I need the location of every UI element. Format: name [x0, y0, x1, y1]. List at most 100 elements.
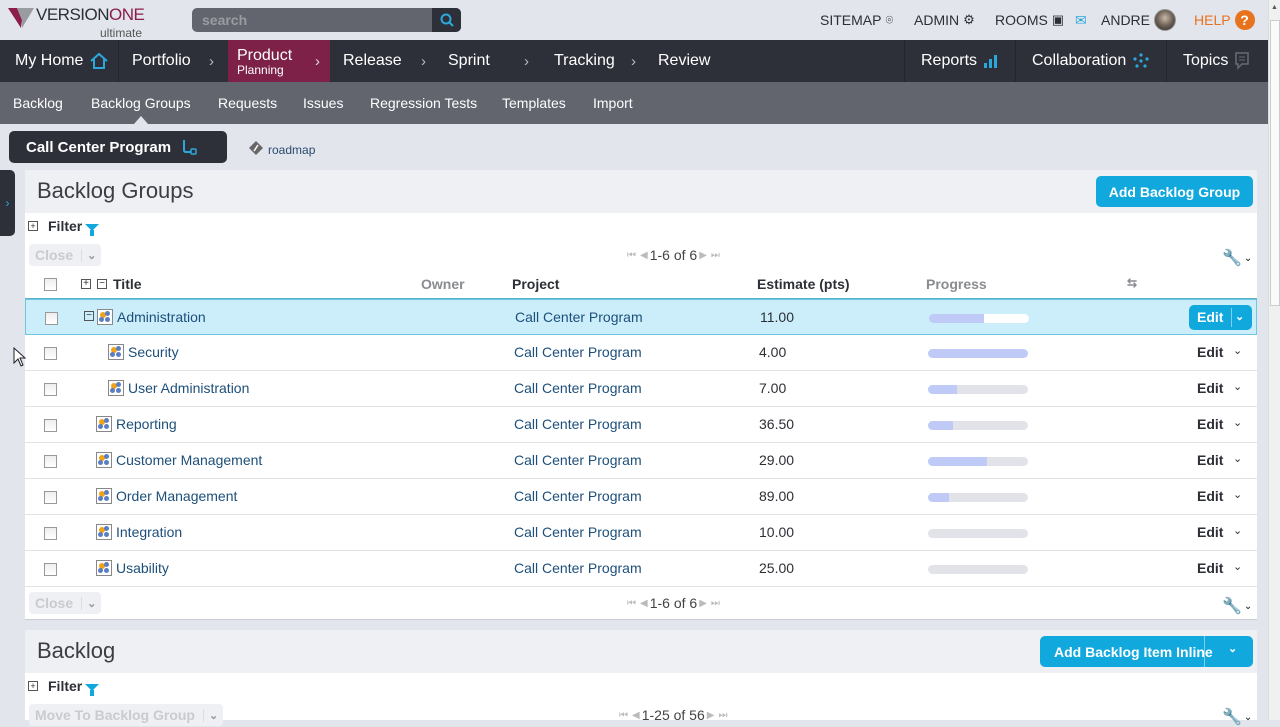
row-edit-button[interactable]: Edit ⌄ — [1189, 305, 1252, 330]
nav-reports[interactable]: Reports — [921, 40, 999, 82]
column-header-estimate[interactable]: Estimate (pts) — [757, 276, 850, 292]
column-header-title[interactable]: Title — [113, 276, 142, 292]
chevron-down-icon[interactable]: ⌄ — [1233, 380, 1242, 393]
table-row[interactable]: Integration Call Center Program 10.00 Edit ⌄ — [25, 515, 1257, 551]
row-title-link[interactable]: User Administration — [128, 380, 249, 396]
column-header-project[interactable]: Project — [512, 276, 559, 292]
page-scrollbar[interactable]: ▲ — [1268, 0, 1280, 720]
nav-portfolio[interactable]: Portfolio — [132, 40, 191, 82]
table-row[interactable]: Customer Management Call Center Program 29… — [25, 443, 1257, 479]
collapse-row-icon[interactable]: − — [84, 311, 94, 321]
row-edit-button[interactable]: Edit — [1197, 452, 1223, 468]
chevron-down-icon[interactable]: ⌄ — [1233, 488, 1242, 501]
row-title-link[interactable]: Administration — [117, 309, 206, 325]
prev-page-icon[interactable]: ◀ — [640, 598, 648, 609]
search-input[interactable] — [192, 8, 432, 32]
row-project-link[interactable]: Call Center Program — [514, 344, 642, 360]
row-project-link[interactable]: Call Center Program — [514, 416, 642, 432]
prev-page-icon[interactable]: ◀ — [640, 250, 648, 261]
column-header-owner[interactable]: Owner — [421, 276, 465, 292]
table-row[interactable]: Usability Call Center Program 25.00 Edit ⌄ — [25, 551, 1257, 587]
prev-page-icon[interactable]: ◀ — [632, 710, 640, 721]
backlog-filter-toggle[interactable]: + Filter — [28, 678, 100, 696]
scrollbar-thumb[interactable] — [1270, 20, 1280, 306]
roadmap-link[interactable]: roadmap — [248, 139, 315, 157]
chevron-down-icon[interactable]: ⌄ — [1233, 452, 1242, 465]
chevron-down-icon[interactable]: ⌄ — [1235, 310, 1244, 323]
next-page-icon[interactable]: ▶ — [699, 598, 707, 609]
add-backlog-group-button[interactable]: Add Backlog Group — [1096, 176, 1253, 207]
row-edit-button[interactable]: Edit — [1197, 488, 1223, 504]
row-checkbox[interactable] — [44, 527, 57, 540]
row-title-link[interactable]: Security — [128, 344, 179, 360]
collapse-all-icon[interactable]: − — [97, 279, 107, 289]
nav-review[interactable]: Review — [658, 40, 710, 82]
nav-topics[interactable]: Topics — [1183, 40, 1250, 82]
backlog-grid-settings-button[interactable]: 🔧 ⌄ — [1222, 707, 1252, 727]
nav-collaboration[interactable]: Collaboration — [1032, 40, 1150, 82]
close-action-button-bottom[interactable]: Close ⌄ — [29, 592, 102, 614]
first-page-icon[interactable]: ⏮ — [619, 710, 628, 721]
nav-tracking[interactable]: Tracking — [554, 40, 615, 82]
last-page-icon[interactable]: ⏭ — [718, 710, 727, 721]
first-page-icon[interactable]: ⏮ — [627, 250, 636, 261]
nav-release[interactable]: Release — [343, 40, 402, 82]
help-link[interactable]: HELP ? — [1194, 0, 1255, 40]
user-menu[interactable]: ANDRE — [1101, 0, 1177, 40]
row-project-link[interactable]: Call Center Program — [515, 309, 643, 325]
project-selector[interactable]: Call Center Program — [9, 131, 227, 163]
table-row[interactable]: User Administration Call Center Program 7.… — [25, 371, 1257, 407]
next-page-icon[interactable]: ▶ — [707, 710, 715, 721]
chevron-down-icon[interactable]: ⌄ — [1233, 524, 1242, 537]
subnav-templates[interactable]: Templates — [502, 82, 566, 124]
row-project-link[interactable]: Call Center Program — [514, 524, 642, 540]
move-to-backlog-group-button[interactable]: Move To Backlog Group ⌄ — [29, 704, 224, 726]
row-edit-button[interactable]: Edit — [1197, 344, 1223, 360]
row-title-link[interactable]: Order Management — [116, 488, 237, 504]
chevron-down-icon[interactable]: ⌄ — [1233, 560, 1242, 573]
subnav-backlog[interactable]: Backlog — [13, 82, 63, 124]
last-page-icon[interactable]: ⏭ — [711, 250, 720, 261]
table-row[interactable]: Reporting Call Center Program 36.50 Edit ⌄ — [25, 407, 1257, 443]
row-checkbox[interactable] — [44, 491, 57, 504]
subnav-requests[interactable]: Requests — [218, 82, 277, 124]
search-button[interactable] — [432, 8, 461, 32]
add-backlog-item-inline-button[interactable]: Add Backlog Item Inline ⌄ — [1040, 636, 1253, 667]
column-chooser-icon[interactable]: ⇆ — [1127, 276, 1137, 290]
last-page-icon[interactable]: ⏭ — [711, 598, 720, 609]
chevron-down-icon[interactable]: ⌄ — [1233, 416, 1242, 429]
nav-my-home[interactable]: My Home — [15, 40, 109, 82]
row-checkbox[interactable] — [44, 347, 57, 360]
filter-toggle[interactable]: + Filter — [28, 218, 100, 236]
sitemap-link[interactable]: SITEMAP ⌾ — [820, 0, 893, 40]
row-project-link[interactable]: Call Center Program — [514, 452, 642, 468]
nav-sprint[interactable]: Sprint — [448, 40, 490, 82]
row-title-link[interactable]: Integration — [116, 524, 182, 540]
expand-sidebar-button[interactable]: › — [0, 170, 15, 236]
next-page-icon[interactable]: ▶ — [699, 250, 707, 261]
scroll-up-icon[interactable]: ▲ — [1271, 4, 1278, 11]
admin-link[interactable]: ADMIN ⚙ — [914, 0, 975, 40]
expand-all-icon[interactable]: + — [81, 279, 91, 289]
messages-button[interactable]: ✉ — [1075, 0, 1087, 40]
row-edit-button[interactable]: Edit — [1197, 524, 1223, 540]
row-checkbox[interactable] — [44, 383, 57, 396]
row-edit-button[interactable]: Edit — [1197, 416, 1223, 432]
chevron-down-icon[interactable]: ⌄ — [1233, 344, 1242, 357]
row-title-link[interactable]: Customer Management — [116, 452, 262, 468]
grid-settings-button[interactable]: 🔧 ⌄ — [1222, 248, 1252, 268]
row-edit-button[interactable]: Edit — [1197, 560, 1223, 576]
table-row[interactable]: Order Management Call Center Program 89.00… — [25, 479, 1257, 515]
column-header-progress[interactable]: Progress — [926, 276, 987, 292]
table-row[interactable]: Security Call Center Program 4.00 Edit ⌄ — [25, 335, 1257, 371]
row-title-link[interactable]: Usability — [116, 560, 169, 576]
table-row[interactable]: − Administration Call Center Program 11.00 E… — [25, 299, 1257, 335]
rooms-link[interactable]: ROOMS ▣ — [995, 0, 1064, 40]
first-page-icon[interactable]: ⏮ — [627, 598, 636, 609]
versionone-logo[interactable]: VERSIONONE ultimate — [8, 6, 145, 40]
subnav-import[interactable]: Import — [593, 82, 633, 124]
row-checkbox[interactable] — [45, 312, 58, 325]
row-checkbox[interactable] — [44, 563, 57, 576]
close-action-button[interactable]: Close ⌄ — [29, 244, 102, 266]
row-project-link[interactable]: Call Center Program — [514, 560, 642, 576]
